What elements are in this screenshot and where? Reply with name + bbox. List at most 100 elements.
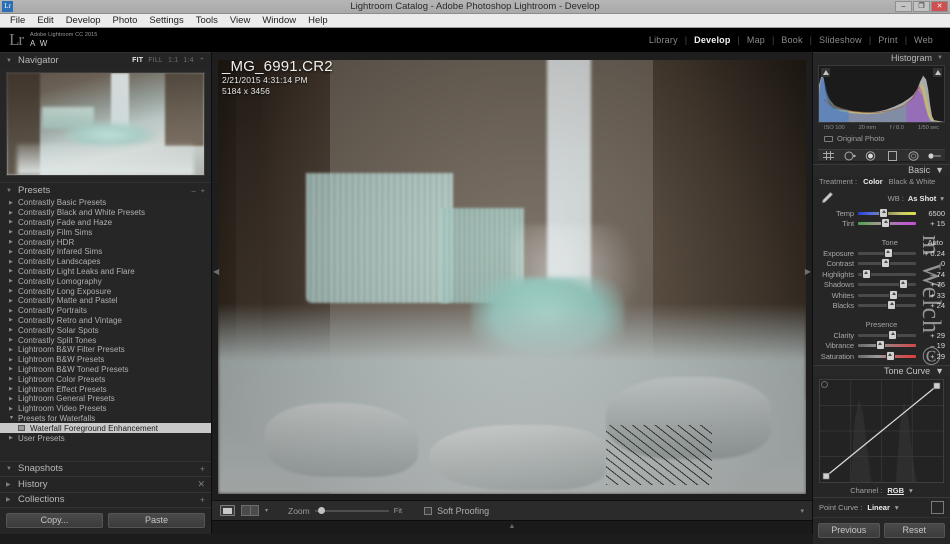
tone-curve-graph[interactable] [819,378,944,483]
navigator-zoom-fit[interactable]: FIT [132,57,143,64]
preset-group-closed-icon[interactable]: ▶ [9,366,14,372]
reset-button[interactable]: Reset [883,522,945,538]
slider-row-blacks[interactable]: Blacks + 24 [813,301,950,312]
preset-group-item[interactable]: ▶ Contrastly Light Leaks and Flare [0,267,211,277]
slider-track[interactable] [858,330,916,339]
shadow-clipping-indicator[interactable] [821,68,830,77]
slider-track[interactable] [858,248,916,257]
menu-item-file[interactable]: File [4,14,31,27]
preset-group-closed-icon[interactable]: ▶ [9,327,14,333]
preset-group-item[interactable]: ▼ Presets for Waterfalls [0,414,211,424]
preset-group-item[interactable]: ▶ Lightroom Color Presets [0,374,211,384]
preset-group-closed-icon[interactable]: ▶ [9,435,14,441]
preset-group-closed-icon[interactable]: ▶ [9,376,14,382]
panel-header-collections[interactable]: ▶ Collections + [0,491,211,507]
red-eye-correction-icon[interactable] [864,150,877,161]
slider-track[interactable] [858,351,916,360]
presets-minus-icon[interactable]: – [191,186,195,195]
preset-group-closed-icon[interactable]: ▶ [9,288,14,294]
radial-filter-icon[interactable] [907,150,920,161]
slider-knob[interactable] [876,341,884,350]
preset-group-closed-icon[interactable]: ▶ [9,298,14,304]
menu-item-edit[interactable]: Edit [31,14,59,27]
navigator-thumbnail[interactable] [6,72,205,176]
compare-view-icon[interactable] [241,505,259,516]
panel-action-icon[interactable]: ✕ [197,479,205,490]
menu-item-view[interactable]: View [224,14,256,27]
slider-knob[interactable] [886,351,894,360]
slider-knob[interactable] [899,280,907,289]
preset-group-closed-icon[interactable]: ▶ [9,406,14,412]
navigator-header[interactable]: ▼ Navigator FIT FILL 1:1 1:4 ⌃ [0,52,211,68]
preset-group-item[interactable]: ▶ Lightroom B&W Presets [0,355,211,365]
auto-tone-button[interactable]: Auto [928,238,943,247]
panel-header-history[interactable]: ▶ History ✕ [0,476,211,492]
preset-group-item[interactable]: ▶ Contrastly Fade and Haze [0,218,211,228]
navigator-zoom-caret-icon[interactable]: ⌃ [199,56,205,65]
graduated-filter-icon[interactable] [886,150,899,161]
preset-item-selected[interactable]: Waterfall Foreground Enhancement [0,423,211,434]
histogram-header[interactable]: Histogram ▼ [813,52,950,63]
treatment-color-option[interactable]: Color [863,177,883,186]
channel-row[interactable]: Channel : RGB ▾ [819,483,944,497]
panel-action-icon[interactable]: + [200,495,205,505]
preset-group-item[interactable]: ▶ Contrastly HDR [0,237,211,247]
panel-triangle-icon[interactable]: ▶ [6,481,13,488]
menu-item-develop[interactable]: Develop [60,14,107,27]
preset-group-item[interactable]: ▶ Contrastly Landscapes [0,257,211,267]
slider-row-vibrance[interactable]: Vibrance – 19 [813,341,950,352]
preset-group-item[interactable]: ▶ Contrastly Infared Sims [0,247,211,257]
menu-item-photo[interactable]: Photo [107,14,144,27]
crop-overlay-icon[interactable] [822,150,835,161]
slider-row-clarity[interactable]: Clarity + 29 [813,330,950,341]
preset-group-item[interactable]: ▶ Contrastly Film Sims [0,227,211,237]
toolbar-caret-icon[interactable]: ▾ [800,507,804,515]
menu-item-settings[interactable]: Settings [143,14,189,27]
presets-plus-icon[interactable]: + [201,186,205,195]
white-balance-selector[interactable]: WB : As Shot ▾ [888,194,944,203]
preset-group-closed-icon[interactable]: ▶ [9,386,14,392]
preset-group-open-icon[interactable]: ▼ [9,415,14,421]
filmstrip-handle-icon[interactable]: ▲ [509,523,516,530]
close-button[interactable]: ✕ [931,1,948,12]
module-book[interactable]: Book [774,35,809,45]
preset-group-item[interactable]: ▶ Contrastly Long Exposure [0,286,211,296]
slider-knob[interactable] [882,219,890,228]
module-print[interactable]: Print [871,35,905,45]
wb-caret-icon[interactable]: ▾ [940,194,944,203]
slider-row-saturation[interactable]: Saturation + 29 [813,351,950,362]
basic-header[interactable]: Basic ▼ [813,164,950,175]
panel-header-snapshots[interactable]: ▼ Snapshots + [0,460,211,476]
adjustment-brush-icon[interactable] [928,150,941,161]
slider-row-highlights[interactable]: Highlights – 74 [813,269,950,280]
menu-item-help[interactable]: Help [302,14,334,27]
left-panel-collapse-arrow[interactable]: ◀ [213,267,219,276]
preset-group-item[interactable]: ▶ Contrastly Lomography [0,276,211,286]
preset-group-item[interactable]: ▶ Contrastly Portraits [0,306,211,316]
presets-triangle-icon[interactable]: ▼ [6,188,13,194]
preset-group-item[interactable]: ▶ Contrastly Solar Spots [0,325,211,335]
preset-group-closed-icon[interactable]: ▶ [9,259,14,265]
preset-group-closed-icon[interactable]: ▶ [9,337,14,343]
menu-item-tools[interactable]: Tools [190,14,224,27]
slider-track[interactable] [858,219,916,228]
preset-group-item[interactable]: ▶ Lightroom B&W Toned Presets [0,365,211,375]
identity-plate[interactable]: Lr Adobe Lightroom CC 2015 A W [0,31,97,49]
copy-button[interactable]: Copy... [6,513,103,528]
panel-triangle-icon[interactable]: ▶ [6,496,13,503]
preset-group-item[interactable]: ▶ Contrastly Basic Presets [0,198,211,208]
navigator-zoom-1-4[interactable]: 1:4 [183,57,193,64]
zoom-control[interactable]: Zoom Fit [288,506,402,516]
navigator-triangle-icon[interactable]: ▼ [6,58,13,64]
module-map[interactable]: Map [740,35,772,45]
preset-group-item[interactable]: ▶ Contrastly Matte and Pastel [0,296,211,306]
paste-button[interactable]: Paste [108,513,205,528]
preset-group-item[interactable]: ▶ Contrastly Retro and Vintage [0,316,211,326]
module-web[interactable]: Web [907,35,940,45]
slider-row-temp[interactable]: Temp 6500 [813,208,950,219]
tone-curve-triangle-icon[interactable]: ▼ [935,366,944,376]
preset-group-closed-icon[interactable]: ▶ [9,229,14,235]
slider-row-whites[interactable]: Whites + 33 [813,290,950,301]
preset-group-item[interactable]: ▶ Lightroom General Presets [0,394,211,404]
highlight-clipping-indicator[interactable] [933,68,942,77]
